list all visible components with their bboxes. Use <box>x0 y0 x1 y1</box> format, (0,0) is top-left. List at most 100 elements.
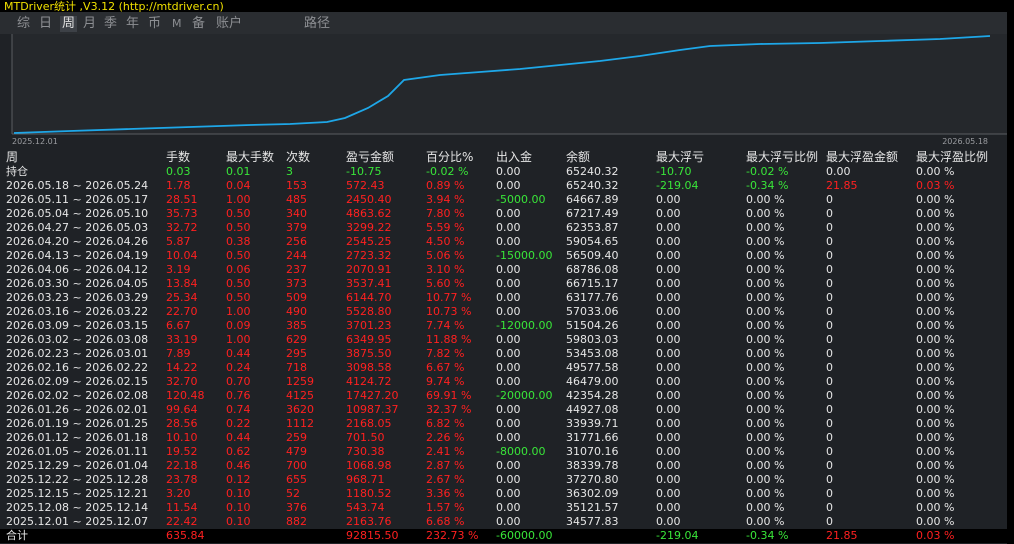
table-cell: 5.60 % <box>426 277 465 290</box>
table-cell: 0.00 <box>496 235 521 248</box>
table-cell: 2026.03.30 ~ 2026.04.05 <box>6 277 149 290</box>
table-row[interactable]: 2025.12.15 ~ 2025.12.21 3.20 0.10 52 1180.52… <box>0 487 1007 501</box>
table-cell: 3875.50 <box>346 347 392 360</box>
table-cell: 0.00 % <box>916 333 955 346</box>
tab-10[interactable]: 路径 <box>304 16 330 32</box>
table-cell: 0.00 <box>656 333 681 346</box>
column-header[interactable]: 手数 <box>166 150 190 164</box>
column-header[interactable]: 最大浮盈比例 <box>916 150 988 164</box>
table-cell: 0.03 <box>166 165 191 178</box>
table-row[interactable]: 2026.05.11 ~ 2026.05.17 28.51 1.00 485 2450.… <box>0 193 1007 207</box>
table-cell: 0.50 <box>226 249 251 262</box>
table-cell: 543.74 <box>346 501 385 514</box>
open-positions-row[interactable]: 持仓 0.03 0.01 3 -10.75 -0.02 % 0.00 65240.32 -10.… <box>0 165 1007 179</box>
table-row[interactable]: 2026.04.20 ~ 2026.04.26 5.87 0.38 256 2545.2… <box>0 235 1007 249</box>
table-cell: 2025.12.01 ~ 2025.12.07 <box>6 515 149 528</box>
table-row[interactable]: 2026.01.19 ~ 2026.01.25 28.56 0.22 1112 2168… <box>0 417 1007 431</box>
column-header[interactable]: 盈亏金额 <box>346 150 394 164</box>
table-row[interactable]: 2026.02.09 ~ 2026.02.15 32.70 0.70 1259 4124… <box>0 375 1007 389</box>
table-row[interactable]: 2026.03.02 ~ 2026.03.08 33.19 1.00 629 6349.… <box>0 333 1007 347</box>
tab-0[interactable]: 综 <box>17 16 30 32</box>
table-row[interactable]: 2026.01.12 ~ 2026.01.18 10.10 0.44 259 701.5… <box>0 431 1007 445</box>
period-tab-bar: 综日周月季年币 M 备账户 路径 <box>0 12 1014 34</box>
column-header[interactable]: 余额 <box>566 150 590 164</box>
table-cell: 0 <box>826 263 833 276</box>
table-cell: 0.00 <box>656 249 681 262</box>
table-cell: 33939.71 <box>566 417 619 430</box>
column-header[interactable]: 次数 <box>286 150 310 164</box>
table-row[interactable]: 2026.03.16 ~ 2026.03.22 22.70 1.00 490 5528.… <box>0 305 1007 319</box>
table-row[interactable]: 2026.05.04 ~ 2026.05.10 35.73 0.50 340 4863.… <box>0 207 1007 221</box>
table-cell: 0.00 % <box>916 193 955 206</box>
column-header[interactable]: 百分比% <box>426 150 473 164</box>
tab-4[interactable]: 季 <box>104 16 117 32</box>
table-cell: 0.00 <box>496 277 521 290</box>
table-cell: 882 <box>286 515 307 528</box>
table-cell: 0.50 <box>226 277 251 290</box>
table-row[interactable]: 2026.03.23 ~ 2026.03.29 25.34 0.50 509 6144.… <box>0 291 1007 305</box>
column-header[interactable]: 最大浮亏比例 <box>746 150 818 164</box>
table-cell: 701.50 <box>346 431 385 444</box>
tab-2[interactable]: 周 <box>60 16 78 32</box>
tab-3[interactable]: 月 <box>83 16 96 32</box>
table-cell: 0.00 % <box>746 361 785 374</box>
tab-5[interactable]: 年 <box>126 16 139 32</box>
table-row[interactable]: 2026.03.09 ~ 2026.03.15 6.67 0.09 385 3701.2… <box>0 319 1007 333</box>
table-row[interactable]: 2026.02.23 ~ 2026.03.01 7.89 0.44 295 3875.5… <box>0 347 1007 361</box>
table-row[interactable]: 2026.04.27 ~ 2026.05.03 32.72 0.50 379 3299.… <box>0 221 1007 235</box>
tab-9[interactable]: 账户 <box>216 16 242 32</box>
table-row[interactable]: 2025.12.29 ~ 2026.01.04 22.18 0.46 700 1068.… <box>0 459 1007 473</box>
table-row[interactable]: 2026.03.30 ~ 2026.04.05 13.84 0.50 373 3537.… <box>0 277 1007 291</box>
table-row[interactable]: 2026.02.02 ~ 2026.02.08 120.48 0.76 4125 174… <box>0 389 1007 403</box>
table-cell: 2026.02.16 ~ 2026.02.22 <box>6 361 149 374</box>
tab-8[interactable]: 备 <box>192 16 205 32</box>
table-cell: 66715.17 <box>566 277 619 290</box>
table-cell: 0 <box>826 473 833 486</box>
table-cell: 36302.09 <box>566 487 619 500</box>
table-cell: 0.00 % <box>746 277 785 290</box>
tab-1[interactable]: 日 <box>39 16 52 32</box>
table-row[interactable]: 2025.12.01 ~ 2025.12.07 22.42 0.10 882 2163.… <box>0 515 1007 529</box>
column-header[interactable]: 出入金 <box>496 150 532 164</box>
table-cell: 0.44 <box>226 347 251 360</box>
table-cell: 0.00 % <box>916 487 955 500</box>
table-cell: 68786.08 <box>566 263 619 276</box>
tab-6[interactable]: 币 <box>148 16 161 32</box>
table-cell: 718 <box>286 361 307 374</box>
table-cell: 31771.66 <box>566 431 619 444</box>
column-header[interactable]: 周 <box>6 150 18 164</box>
table-row[interactable]: 2025.12.22 ~ 2025.12.28 23.78 0.12 655 968.7… <box>0 473 1007 487</box>
table-cell: 0.00 % <box>746 291 785 304</box>
table-cell: 0 <box>826 235 833 248</box>
table-cell: 22.18 <box>166 459 198 472</box>
table-cell: 0.00 <box>496 165 521 178</box>
table-cell: 0.12 <box>226 473 251 486</box>
table-cell: 0.00 % <box>916 417 955 430</box>
table-cell: 5.87 <box>166 235 191 248</box>
column-header[interactable]: 最大浮亏 <box>656 150 704 164</box>
table-cell: 0.00 % <box>916 277 955 290</box>
table-row[interactable]: 2026.04.13 ~ 2026.04.19 10.04 0.50 244 2723.… <box>0 249 1007 263</box>
table-cell: 3701.23 <box>346 319 392 332</box>
table-cell: 0.00 % <box>916 431 955 444</box>
table-cell: 0.00 % <box>916 207 955 220</box>
table-cell: 2026.05.11 ~ 2026.05.17 <box>6 193 149 206</box>
table-cell: 6.67 <box>166 319 191 332</box>
table-cell: -10.75 <box>346 165 382 178</box>
column-header[interactable]: 最大手数 <box>226 150 274 164</box>
table-cell: 21.85 <box>826 179 858 192</box>
table-cell: 0.03 % <box>916 529 955 542</box>
table-row[interactable]: 2026.02.16 ~ 2026.02.22 14.22 0.24 718 3098.… <box>0 361 1007 375</box>
table-row[interactable]: 2026.05.18 ~ 2026.05.24 1.78 0.04 153 572.43… <box>0 179 1007 193</box>
table-row[interactable]: 2026.01.05 ~ 2026.01.11 19.52 0.62 479 730.3… <box>0 445 1007 459</box>
total-row[interactable]: 合计 635.84 92815.50 232.73 % -60000.00 -219.04… <box>0 529 1007 543</box>
chart-start-date: 2025.12.01 <box>12 137 58 146</box>
table-row[interactable]: 2026.01.26 ~ 2026.02.01 99.64 0.74 3620 1098… <box>0 403 1007 417</box>
table-row[interactable]: 2025.12.08 ~ 2025.12.14 11.54 0.10 376 543.7… <box>0 501 1007 515</box>
table-cell: 0.00 <box>496 263 521 276</box>
table-cell: 1112 <box>286 417 314 430</box>
table-cell: 0.00 % <box>916 165 955 178</box>
column-header[interactable]: 最大浮盈金额 <box>826 150 898 164</box>
tab-7[interactable]: M <box>172 16 182 32</box>
table-row[interactable]: 2026.04.06 ~ 2026.04.12 3.19 0.06 237 2070.9… <box>0 263 1007 277</box>
